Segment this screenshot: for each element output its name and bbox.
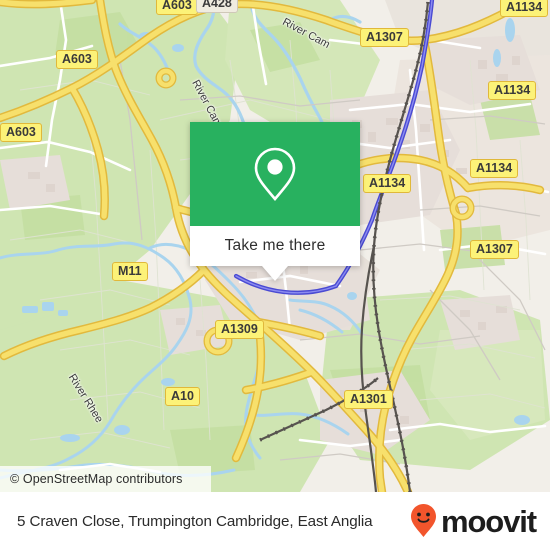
road-shield-a10[interactable]: A10	[165, 387, 200, 407]
osm-attribution[interactable]: © OpenStreetMap contributors	[0, 466, 211, 492]
road-shield-a1134-top-right[interactable]: A1134	[500, 0, 549, 18]
road-shield-a1134-center[interactable]: A1134	[363, 174, 412, 194]
map-pin-icon	[254, 147, 296, 202]
footer-bar: 5 Craven Close, Trumpington Cambridge, E…	[0, 492, 550, 550]
location-popup-card[interactable]: Take me there	[190, 122, 360, 281]
moovit-wordmark: moovit	[440, 503, 537, 539]
map-canvas[interactable]: A603 A428 A603 A603 A1307 A1134 A1134 A1…	[0, 0, 550, 492]
road-shield-a603-top[interactable]: A603	[156, 0, 198, 16]
road-shield-a603-upper-left[interactable]: A603	[56, 50, 98, 70]
moovit-logo[interactable]: moovit	[409, 503, 537, 539]
road-shield-a1301[interactable]: A1301	[344, 390, 393, 410]
take-me-there-label: Take me there	[224, 237, 326, 254]
popup-tail	[262, 266, 288, 281]
osm-attribution-text: © OpenStreetMap contributors	[10, 472, 183, 486]
road-shield-a1134-right[interactable]: A1134	[488, 81, 537, 101]
road-shield-a1307-right[interactable]: A1307	[470, 240, 519, 260]
popup-icon-area	[190, 122, 360, 226]
address-label: 5 Craven Close, Trumpington Cambridge, E…	[17, 512, 373, 530]
road-shield-a1309[interactable]: A1309	[215, 320, 264, 340]
road-shield-a603-left[interactable]: A603	[0, 123, 42, 143]
road-shield-a1134-mid-right[interactable]: A1134	[470, 159, 519, 179]
road-shield-a1307-top[interactable]: A1307	[360, 28, 409, 48]
road-shield-m11[interactable]: M11	[112, 262, 148, 282]
moovit-pin-icon	[410, 504, 436, 537]
take-me-there-button[interactable]: Take me there	[190, 226, 360, 266]
road-shield-a428-top[interactable]: A428	[196, 0, 238, 14]
map-screenshot: A603 A428 A603 A603 A1307 A1134 A1134 A1…	[0, 0, 550, 550]
